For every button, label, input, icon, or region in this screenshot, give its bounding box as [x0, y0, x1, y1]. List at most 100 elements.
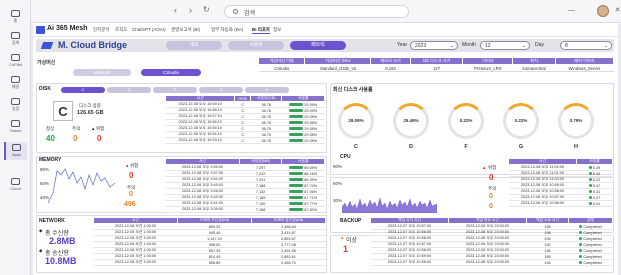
table-row[interactable]: 2023-12-08 오후 3:39:00 7,168 87.50%	[165, 206, 325, 213]
status-text: 4.97	[592, 195, 601, 200]
table-cell: koreacentral	[512, 64, 556, 72]
cpu-y-tick: 60%	[333, 181, 343, 186]
menu-item-chatgpt[interactable]: ChatGPT (AOAI)	[132, 27, 166, 32]
status-dot	[588, 190, 592, 193]
sidebar: 홈 검색 CoPilot 메일 일정 Teams Apps Cloud	[0, 0, 31, 275]
status-text: 5.22	[592, 177, 601, 182]
status-dot	[588, 202, 592, 205]
disk-capacity-label: 디스크 용량	[79, 103, 101, 108]
tab-usage[interactable]: 사용량	[228, 41, 284, 50]
table-row[interactable]: 2023-12-08 오후 10:53:10 C 36.75 29.08%	[165, 137, 325, 144]
status-text: Completed	[583, 242, 602, 247]
table-cell: 8,192	[370, 64, 411, 72]
table-cell: 127	[410, 64, 463, 72]
status-dot	[579, 261, 583, 264]
table-cell: 29.08%	[281, 137, 325, 144]
sidebar-item-copilot[interactable]: CoPilot	[4, 52, 27, 70]
sidebar-item-mail[interactable]: 메일	[4, 74, 27, 92]
usage-value: 29.09%	[304, 102, 318, 107]
usage-value: 29.08%	[304, 138, 318, 143]
minimize-icon[interactable]: —	[567, 6, 576, 15]
status-text: Completed	[583, 236, 602, 241]
close-icon[interactable]: ✕	[613, 6, 621, 15]
table-cell: 2023-12-08 오후 3:39:00	[165, 206, 240, 213]
network-title: NETWORK	[39, 218, 65, 224]
gauge-c: 29.09%	[338, 103, 374, 139]
backup-table: 백업 시작 시간 백업 완료 시간 백업 소요 시간 상태 2023-12-07…	[370, 217, 613, 266]
memory-status-normal-value: 496	[124, 201, 136, 208]
gauge-label: G	[518, 144, 524, 150]
menu-item-automation[interactable]: 업무 자동화 (BA)	[211, 27, 243, 33]
disk-tab-d[interactable]: D	[107, 87, 151, 93]
apps-icon	[12, 144, 21, 151]
disk-status-normal-value: 40	[46, 134, 55, 143]
usage-bar	[289, 177, 304, 182]
column-header: 가상머신 SKU	[304, 57, 372, 65]
disk-status-warn-label: 주의	[72, 126, 81, 131]
day-select[interactable]: 8 ⌄	[560, 41, 612, 50]
usage-bar	[289, 120, 304, 125]
gauge-label: F	[464, 144, 468, 150]
menu-item-org[interactable]: 조직도	[115, 27, 127, 33]
vm-table: 가상머신 이름 가상머신 SKU 메모리 크기 OS 디스크 크기 이미지 위치…	[257, 57, 615, 72]
back-icon[interactable]: ‹	[174, 5, 177, 15]
column-header: OS 디스크 크기	[409, 57, 464, 65]
usage-bar	[289, 108, 304, 113]
sidebar-item-apps[interactable]: Apps	[4, 142, 27, 160]
menu-item-analysis[interactable]: 인지분석	[93, 27, 110, 33]
sidebar-item-search[interactable]: 검색	[4, 30, 27, 48]
sidebar-item-cloud[interactable]: Cloud	[4, 176, 27, 194]
tab-overview[interactable]: 개요	[166, 41, 222, 50]
disk-tab-h[interactable]: H	[245, 87, 289, 93]
refresh-icon[interactable]: ↻	[203, 5, 210, 14]
calendar-icon	[11, 98, 20, 105]
year-select[interactable]: 2023 ⌄	[410, 41, 458, 50]
table-row[interactable]: 2023-12-08 오전 1:00:00 658.89 2,465.70	[93, 259, 326, 266]
usage-bar	[289, 183, 304, 188]
dashboard-header: M. Cloud Bridge 개요 사용량 패트릭 Year 2023 ⌄ Mo…	[36, 39, 614, 52]
menu-item-bi-report[interactable]: Bi 리포트	[252, 27, 271, 34]
month-select[interactable]: 12 ⌄	[480, 41, 530, 50]
usage-value: 88.16%	[304, 171, 318, 176]
disk-tab-f[interactable]: F	[153, 87, 197, 93]
table-cell: Windows_Server	[555, 64, 614, 72]
status-dot	[588, 178, 592, 181]
status-dot	[579, 237, 583, 240]
avatar[interactable]	[597, 5, 609, 17]
usage-value: 87.74%	[304, 183, 318, 188]
sidebar-item-teams[interactable]: Teams	[4, 118, 27, 136]
chevron-down-icon: ⌄	[449, 43, 454, 49]
cpu-status-warn-label: 주의	[488, 186, 497, 191]
cpu-table: 시간 사용률 2023-12-08 오후 11:02:00 5.39 2023-12…	[508, 158, 613, 207]
month-label: Month	[462, 42, 476, 48]
menu-item-report[interactable]: 경영보고서 (Bi)	[171, 27, 200, 33]
menu-item-info[interactable]: 정보	[273, 27, 281, 33]
sidebar-item-calendar[interactable]: 일정	[4, 96, 27, 114]
table-row[interactable]: 2023-12-08 오후 10:56:00 5.41	[508, 200, 613, 207]
status-dot	[579, 231, 583, 234]
status-dot	[579, 255, 583, 258]
memory-status-danger-label: 위험	[130, 163, 139, 168]
table-row[interactable]: 2023-12-07 오후 10:56:00 2023-12-08 오후 23:0…	[370, 259, 613, 266]
vm-button-mstudio[interactable]: MStudio	[73, 69, 131, 76]
copilot-icon	[11, 54, 20, 61]
warning-icon: ▲	[340, 235, 345, 240]
vm-title: 가상머신	[37, 60, 56, 66]
backup-title: BACKUP	[340, 218, 362, 224]
table-cell: C	[234, 137, 251, 144]
gauge-f: 0.22%	[448, 103, 484, 139]
usage-value: 88.39%	[304, 177, 318, 182]
sidebar-item-home[interactable]: 홈	[4, 8, 27, 26]
forward-icon[interactable]: ›	[189, 5, 192, 15]
tab-patrick[interactable]: 패트릭	[290, 41, 346, 50]
table-row[interactable]: CStudio Standard_D2ds_v5 8,192 127 Premi…	[258, 64, 614, 72]
usage-value: 29.08%	[304, 120, 318, 125]
disk-tab-g[interactable]: G	[199, 87, 243, 93]
gauge-g: 0.22%	[503, 103, 539, 139]
disk-usage-title: 최신 디스크 사용률	[333, 87, 373, 93]
usage-bar	[289, 102, 304, 107]
status-text: 5.34	[592, 171, 601, 176]
disk-tab-c[interactable]: C	[61, 87, 105, 93]
vm-button-cstudio[interactable]: CStudio	[141, 69, 201, 76]
address-bar[interactable]: 검색	[224, 5, 409, 18]
